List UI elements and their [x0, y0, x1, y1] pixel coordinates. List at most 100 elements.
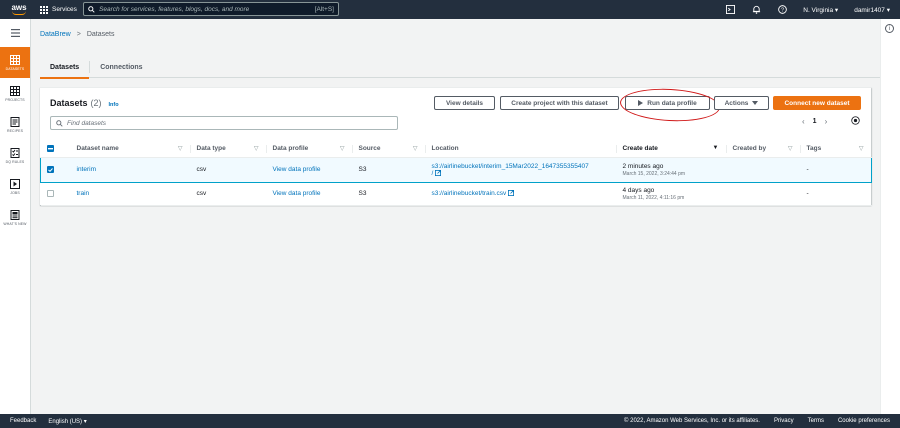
view-data-profile-link[interactable]: View data profile: [273, 190, 321, 197]
rail-item-whats-new[interactable]: WHAT'S NEW: [0, 202, 30, 233]
location-link[interactable]: s3://airlinebucket/interim_15Mar2022_164…: [432, 163, 611, 170]
table-icon: [10, 54, 20, 65]
pagination: ‹ 1 ›: [802, 117, 827, 126]
create-date-absolute: March 11, 2022, 4:11:16 pm: [622, 194, 685, 201]
select-all-header[interactable]: [40, 141, 71, 158]
right-help-rail: [880, 19, 900, 414]
data-type-cell: csv: [190, 182, 267, 206]
row-checkbox[interactable]: [47, 166, 54, 173]
external-link-icon: [508, 190, 515, 196]
rail-item-jobs[interactable]: JOBS: [0, 171, 30, 202]
gear-icon: [851, 116, 860, 125]
global-search-input[interactable]: Search for services, features, blogs, do…: [83, 2, 339, 16]
rail-item-projects[interactable]: PROJECTS: [0, 78, 30, 109]
sort-icon: ▽: [412, 146, 418, 152]
col-header-data-profile[interactable]: Data profile ▽: [266, 141, 353, 158]
search-icon: [56, 119, 63, 127]
select-all-checkbox[interactable]: [46, 145, 54, 153]
rail-item-recipes[interactable]: RECIPES: [0, 109, 30, 140]
col-header-dataset-name[interactable]: Dataset name ▽: [70, 141, 191, 158]
col-header-source[interactable]: Source ▽: [352, 141, 426, 158]
next-page-icon[interactable]: ›: [825, 117, 828, 126]
chevron-right-icon: >: [76, 31, 81, 38]
sort-icon: ▽: [177, 146, 183, 152]
rail-item-datasets[interactable]: DATASETS: [0, 47, 30, 78]
table-settings-button[interactable]: [851, 116, 860, 127]
grid-table-icon: [10, 85, 20, 96]
create-project-button[interactable]: Create project with this dataset: [500, 96, 619, 110]
user-menu[interactable]: damir1407 ▾: [854, 6, 890, 14]
recipe-icon: [10, 116, 20, 127]
tab-datasets[interactable]: Datasets: [40, 56, 90, 79]
page-number[interactable]: 1: [813, 118, 817, 125]
footer: Feedback English (US) ▾ © 2022, Amazon W…: [0, 414, 900, 428]
row-checkbox[interactable]: [46, 190, 54, 197]
tags-cell: -: [800, 156, 872, 183]
caret-down-icon: [752, 101, 759, 105]
created-by-cell: [726, 182, 801, 206]
breadcrumb-databrew-link[interactable]: DataBrew: [40, 31, 71, 38]
location-link[interactable]: s3://airlinebucket/train.csv: [432, 190, 515, 197]
sort-icon: ▽: [253, 146, 259, 152]
created-by-cell: [726, 156, 801, 183]
terms-link[interactable]: Terms: [808, 418, 824, 424]
source-cell: S3: [352, 182, 426, 206]
dataset-name-link[interactable]: interim: [77, 166, 97, 173]
rail-item-dq-rules[interactable]: DQ RULES: [0, 140, 30, 171]
left-rail: DATASETS PROJECTS RECIPES DQ RULES JOBS …: [0, 19, 31, 414]
privacy-link[interactable]: Privacy: [774, 418, 794, 424]
col-header-location[interactable]: Location: [425, 141, 617, 158]
info-panel-icon[interactable]: i: [885, 24, 894, 33]
external-link-icon: [435, 169, 442, 176]
info-link[interactable]: Info: [109, 102, 119, 108]
sort-icon: ▽: [339, 146, 345, 152]
grid-icon: [40, 5, 48, 14]
top-navigation: aws Services Search for services, featur…: [0, 0, 900, 19]
run-data-profile-button[interactable]: Run data profile: [625, 96, 710, 110]
play-icon: [638, 100, 644, 106]
tab-connections[interactable]: Connections: [90, 56, 152, 78]
data-type-cell: csv: [190, 156, 267, 183]
svg-text:?: ?: [781, 7, 784, 13]
cookie-preferences-link[interactable]: Cookie preferences: [838, 418, 890, 424]
region-selector[interactable]: N. Virginia ▾: [803, 6, 838, 14]
help-icon[interactable]: ?: [777, 5, 787, 15]
dataset-name-link[interactable]: train: [77, 190, 90, 197]
create-date-relative: 2 minutes ago: [622, 162, 664, 170]
view-details-button[interactable]: View details: [434, 96, 495, 110]
datasets-table: Dataset name ▽ Data type ▽ Data profile ▽ S…: [40, 141, 872, 206]
datasets-panel: Datasets (2) Info View details Create pr…: [40, 86, 872, 206]
search-icon: [88, 5, 95, 13]
actions-dropdown[interactable]: Actions: [714, 96, 769, 110]
tags-cell: -: [800, 182, 872, 206]
create-date-relative: 4 days ago: [622, 186, 655, 194]
connect-new-dataset-button[interactable]: Connect new dataset: [773, 96, 861, 110]
col-header-created-by[interactable]: Created by ▽: [726, 141, 801, 158]
play-icon: [10, 178, 20, 189]
cloudshell-icon[interactable]: [725, 5, 735, 15]
hamburger-icon: [10, 29, 20, 37]
col-header-data-type[interactable]: Data type ▽: [190, 141, 267, 158]
create-date-absolute: March 15, 2022, 3:24:44 pm: [622, 170, 686, 177]
col-header-tags[interactable]: Tags ▽: [800, 141, 872, 158]
view-data-profile-link[interactable]: View data profile: [273, 166, 321, 173]
breadcrumb-current: Datasets: [86, 31, 115, 38]
breadcrumb: DataBrew > Datasets: [40, 31, 114, 38]
tab-bar: Datasets Connections: [40, 56, 880, 79]
prev-page-icon[interactable]: ‹: [802, 117, 805, 126]
language-selector[interactable]: English (US) ▾: [48, 418, 86, 425]
bell-icon[interactable]: [751, 5, 761, 15]
aws-logo[interactable]: aws: [4, 0, 34, 19]
feedback-link[interactable]: Feedback: [10, 418, 36, 425]
find-datasets-input[interactable]: Find datasets: [50, 116, 398, 130]
sort-desc-icon: ▼: [712, 145, 719, 151]
table-row[interactable]: interim csv View data profile S3 s3://ai…: [40, 156, 872, 183]
copyright-text: © 2022, Amazon Web Services, Inc. or its…: [624, 418, 760, 424]
table-row[interactable]: train csv View data profile S3 s3://airl…: [40, 182, 872, 206]
col-header-create-date[interactable]: Create date ▼: [616, 141, 727, 158]
hamburger-menu-button[interactable]: [0, 19, 30, 47]
services-menu-button[interactable]: Services: [40, 5, 77, 14]
rules-icon: [10, 147, 20, 158]
panel-title: Datasets (2) Info: [50, 98, 119, 108]
dataset-count: (2): [90, 98, 102, 108]
